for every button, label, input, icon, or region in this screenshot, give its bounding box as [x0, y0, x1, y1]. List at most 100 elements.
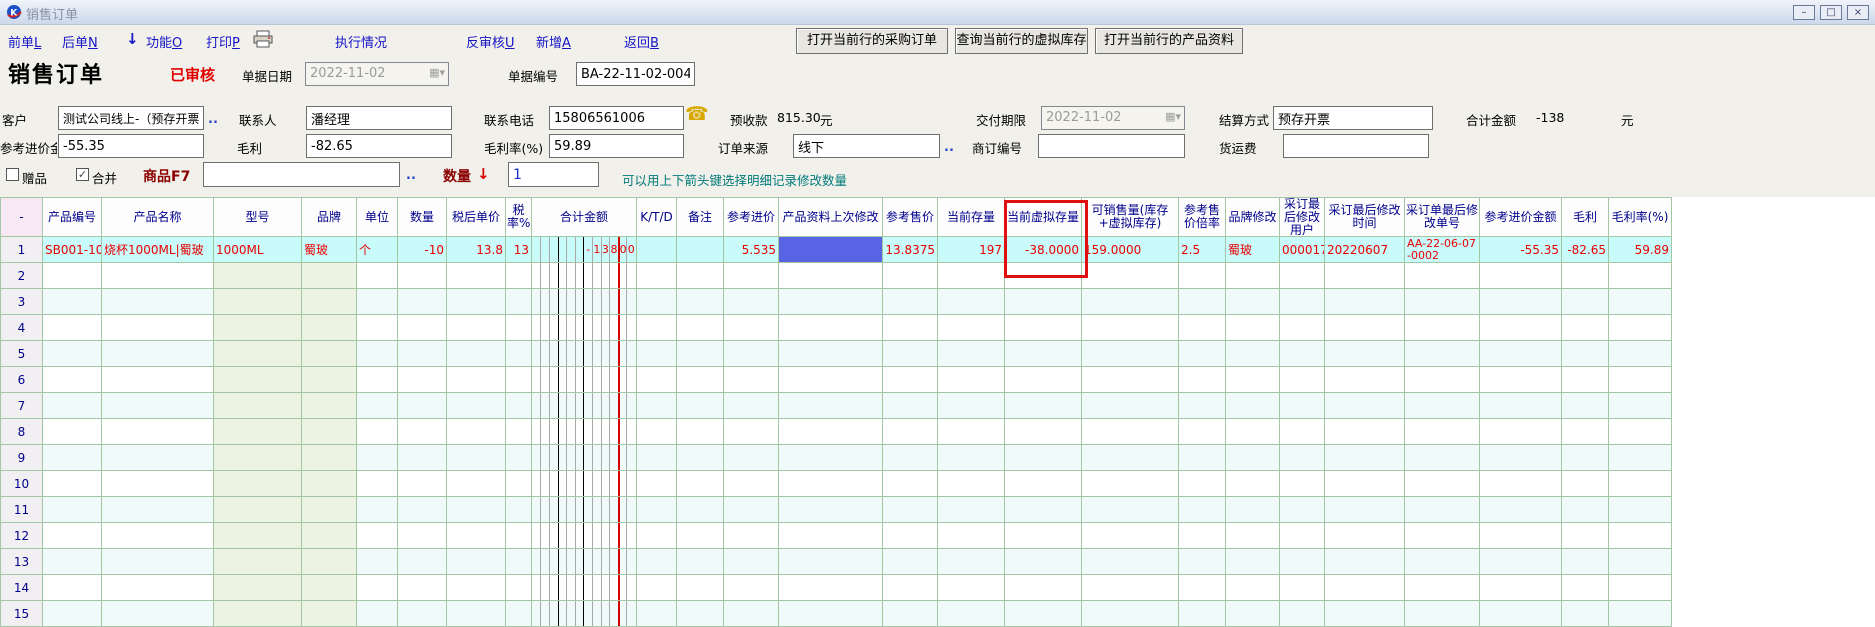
menu-item-functions[interactable]: 功能O	[146, 32, 182, 51]
table-cell[interactable]	[1082, 575, 1179, 601]
table-cell[interactable]	[637, 393, 677, 419]
table-cell[interactable]	[102, 471, 214, 497]
contact-input[interactable]	[306, 106, 452, 130]
table-cell[interactable]	[1179, 419, 1226, 445]
table-cell[interactable]	[506, 523, 532, 549]
table-cell[interactable]	[102, 393, 214, 419]
table-cell[interactable]	[1226, 549, 1280, 575]
table-cell[interactable]	[398, 601, 447, 627]
table-cell[interactable]	[1480, 575, 1562, 601]
table-cell[interactable]	[1082, 367, 1179, 393]
table-cell[interactable]	[1325, 549, 1405, 575]
table-cell[interactable]	[214, 341, 302, 367]
table-cell[interactable]	[883, 367, 938, 393]
margin-input[interactable]	[549, 134, 684, 158]
table-cell[interactable]	[677, 315, 724, 341]
table-cell[interactable]	[724, 575, 779, 601]
table-cell[interactable]	[1405, 471, 1480, 497]
table-cell[interactable]	[1280, 263, 1325, 289]
table-cell[interactable]	[1609, 341, 1672, 367]
selected-cell[interactable]	[779, 237, 883, 263]
table-cell[interactable]	[637, 289, 677, 315]
close-button[interactable]: ×	[1847, 5, 1869, 20]
table-cell[interactable]	[779, 601, 883, 627]
table-cell[interactable]	[1179, 523, 1226, 549]
table-cell[interactable]	[43, 367, 102, 393]
table-cell[interactable]	[398, 367, 447, 393]
table-cell[interactable]	[506, 289, 532, 315]
table-cell[interactable]	[43, 263, 102, 289]
table-cell[interactable]	[1179, 601, 1226, 627]
table-cell[interactable]	[1480, 341, 1562, 367]
phone-icon[interactable]: ☎	[685, 103, 709, 125]
table-cell[interactable]	[214, 601, 302, 627]
table-cell[interactable]	[779, 315, 883, 341]
table-cell[interactable]	[1405, 549, 1480, 575]
table-cell[interactable]	[43, 315, 102, 341]
table-cell[interactable]	[1280, 341, 1325, 367]
table-cell[interactable]	[1005, 341, 1082, 367]
table-cell[interactable]	[1280, 497, 1325, 523]
table-cell[interactable]	[398, 497, 447, 523]
table-cell[interactable]	[302, 315, 357, 341]
table-cell[interactable]	[1226, 445, 1280, 471]
profit-input[interactable]	[306, 134, 452, 158]
table-cell[interactable]	[1280, 393, 1325, 419]
table-cell[interactable]	[1179, 341, 1226, 367]
table-cell[interactable]	[1280, 419, 1325, 445]
table-cell[interactable]	[102, 445, 214, 471]
table-cell[interactable]	[1562, 341, 1609, 367]
table-cell[interactable]	[637, 575, 677, 601]
table-cell[interactable]	[357, 601, 398, 627]
table-cell[interactable]: AA-22-06-07-0002	[1405, 237, 1480, 263]
table-cell[interactable]	[398, 575, 447, 601]
table-cell[interactable]	[1325, 289, 1405, 315]
table-cell[interactable]	[1226, 289, 1280, 315]
table-cell[interactable]	[1325, 315, 1405, 341]
table-cell[interactable]	[1082, 445, 1179, 471]
row-number[interactable]: 3	[0, 289, 43, 315]
table-cell[interactable]	[1179, 497, 1226, 523]
table-cell[interactable]	[1226, 393, 1280, 419]
table-cell[interactable]	[447, 419, 506, 445]
table-cell[interactable]	[214, 445, 302, 471]
table-cell[interactable]	[1609, 315, 1672, 341]
table-cell[interactable]: 20220607	[1325, 237, 1405, 263]
table-cell[interactable]	[1325, 575, 1405, 601]
table-cell[interactable]	[1609, 289, 1672, 315]
table-cell[interactable]	[447, 471, 506, 497]
table-cell[interactable]	[1609, 445, 1672, 471]
table-cell[interactable]	[1609, 601, 1672, 627]
table-cell[interactable]: 197	[938, 237, 1005, 263]
table-cell[interactable]: 13	[506, 237, 532, 263]
table-cell[interactable]	[214, 497, 302, 523]
table-cell[interactable]	[447, 263, 506, 289]
table-cell[interactable]	[724, 315, 779, 341]
table-cell[interactable]	[1082, 549, 1179, 575]
source-lookup-dots[interactable]: ..	[944, 140, 954, 155]
table-cell[interactable]	[1226, 471, 1280, 497]
row-number[interactable]: 10	[0, 471, 43, 497]
table-cell[interactable]	[214, 419, 302, 445]
table-cell[interactable]	[506, 445, 532, 471]
table-cell[interactable]	[637, 523, 677, 549]
table-cell[interactable]	[938, 523, 1005, 549]
table-cell[interactable]	[1325, 471, 1405, 497]
table-cell[interactable]	[532, 393, 637, 419]
table-cell[interactable]: 蜀玻	[302, 237, 357, 263]
table-cell[interactable]	[1562, 419, 1609, 445]
table-cell[interactable]	[1280, 471, 1325, 497]
table-cell[interactable]	[1562, 497, 1609, 523]
table-cell[interactable]	[1480, 471, 1562, 497]
row-number[interactable]: 6	[0, 367, 43, 393]
table-cell[interactable]	[1179, 315, 1226, 341]
table-cell[interactable]	[357, 575, 398, 601]
table-cell[interactable]	[398, 419, 447, 445]
table-cell[interactable]	[779, 367, 883, 393]
table-cell[interactable]	[677, 419, 724, 445]
gift-checkbox[interactable]	[6, 168, 19, 181]
table-cell[interactable]	[532, 367, 637, 393]
table-cell[interactable]	[302, 549, 357, 575]
table-cell[interactable]	[637, 367, 677, 393]
table-cell[interactable]	[1179, 471, 1226, 497]
